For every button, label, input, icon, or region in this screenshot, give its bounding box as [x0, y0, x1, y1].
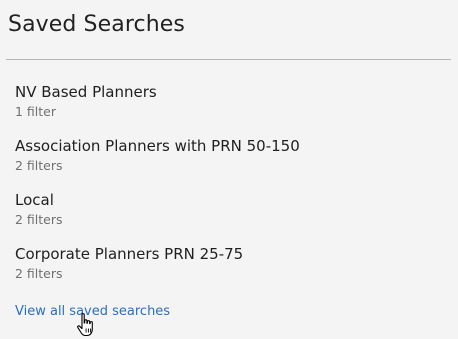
divider	[6, 59, 451, 60]
saved-search-filter-count: 2 filters	[15, 212, 63, 227]
hand-pointer-icon	[77, 313, 93, 337]
saved-search-filter-count: 2 filters	[15, 158, 63, 173]
saved-search-name: NV Based Planners	[15, 83, 157, 101]
saved-search-list: NV Based Planners 1 filter Association P…	[15, 82, 445, 298]
saved-search-item[interactable]: NV Based Planners 1 filter	[15, 82, 445, 136]
saved-search-item[interactable]: Association Planners with PRN 50-150 2 f…	[15, 136, 445, 190]
saved-search-filter-count: 2 filters	[15, 266, 63, 281]
saved-search-item[interactable]: Corporate Planners PRN 25-75 2 filters	[15, 244, 445, 298]
saved-search-name: Corporate Planners PRN 25-75	[15, 245, 244, 263]
saved-search-name: Association Planners with PRN 50-150	[15, 137, 300, 155]
panel-title: Saved Searches	[8, 12, 185, 37]
saved-search-item[interactable]: Local 2 filters	[15, 190, 445, 244]
saved-search-filter-count: 1 filter	[15, 104, 57, 119]
saved-searches-panel: Saved Searches NV Based Planners 1 filte…	[0, 0, 458, 339]
saved-search-name: Local	[15, 191, 54, 209]
